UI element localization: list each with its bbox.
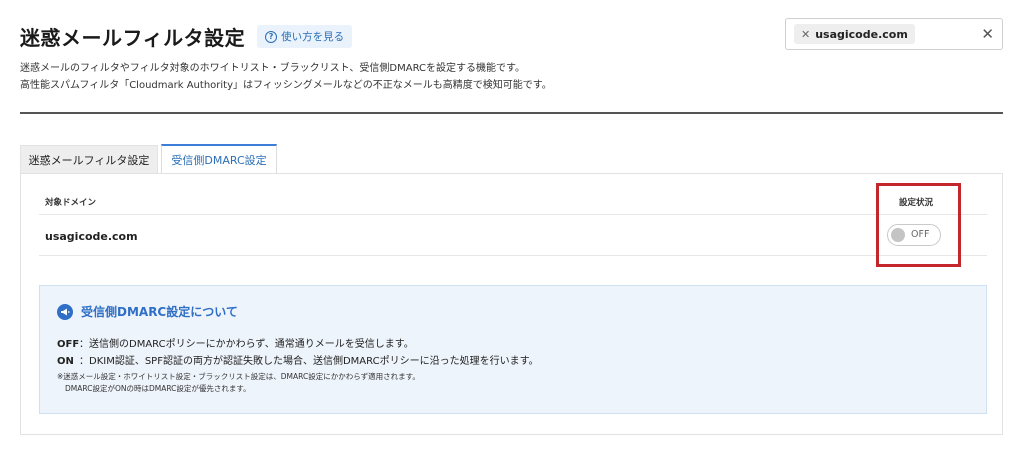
header-divider xyxy=(20,112,1003,114)
page-header: 迷惑メールフィルタ設定 ? 使い方を見る xyxy=(20,22,353,51)
help-circle-icon: ? xyxy=(265,30,278,43)
clear-selection-icon[interactable]: ✕ xyxy=(981,25,994,43)
chip-remove-icon[interactable]: ✕ xyxy=(801,28,810,41)
table-divider xyxy=(39,255,987,256)
info-title-wrap: 受信側DMARC設定について xyxy=(57,303,238,320)
toggle-knob xyxy=(891,228,905,242)
dmarc-panel: 対象ドメイン 設定状況 usagicode.com OFF 受信側DMARC設定… xyxy=(20,173,1003,435)
toggle-label: OFF xyxy=(911,229,930,240)
info-box: 受信側DMARC設定について OFF：送信側のDMARCポリシーにかかわらず、通… xyxy=(39,285,987,414)
description-line-2: 高性能スパムフィルタ「Cloudmark Authority」はフィッシングメー… xyxy=(20,80,552,91)
table-divider xyxy=(39,214,987,215)
table-row-domain: usagicode.com xyxy=(45,230,138,243)
info-off-text: ：送信側のDMARCポリシーにかかわらず、通常通りメールを受信します。 xyxy=(79,339,414,350)
info-off-line: OFF：送信側のDMARCポリシーにかかわらず、通常通りメールを受信します。 xyxy=(57,335,414,350)
info-on-key: ON xyxy=(57,356,74,367)
info-note-1: ※迷惑メール設定・ホワイトリスト設定・ブラックリスト設定は、DMARC設定にかか… xyxy=(57,372,420,381)
dmarc-toggle[interactable]: OFF xyxy=(887,224,941,246)
domain-chip-label: usagicode.com xyxy=(815,27,908,41)
info-off-key: OFF xyxy=(57,339,80,350)
help-link-label: 使い方を見る xyxy=(281,31,345,43)
page-description: 迷惑メールのフィルタやフィルタ対象のホワイトリスト・ブラックリスト、受信側DMA… xyxy=(20,60,552,94)
tab-bar: 迷惑メールフィルタ設定 受信側DMARC設定 xyxy=(20,144,277,175)
info-on-text: ：DKIM認証、SPF認証の両方が認証失敗した場合、送信側DMARCポリシーに沿… xyxy=(79,356,539,367)
page-title: 迷惑メールフィルタ設定 xyxy=(20,26,246,50)
tab-dmarc[interactable]: 受信側DMARC設定 xyxy=(161,144,277,174)
column-header-domain: 対象ドメイン xyxy=(45,198,97,208)
domain-selector[interactable]: ✕ usagicode.com ✕ xyxy=(785,18,1003,50)
tab-spam-filter[interactable]: 迷惑メールフィルタ設定 xyxy=(20,145,158,174)
domain-chip: ✕ usagicode.com xyxy=(794,24,915,44)
help-link[interactable]: ? 使い方を見る xyxy=(257,25,353,48)
megaphone-icon xyxy=(57,303,73,320)
info-on-line: ON ：DKIM認証、SPF認証の両方が認証失敗した場合、送信側DMARCポリシー… xyxy=(57,352,539,367)
info-note-2: DMARC設定がONの時はDMARC設定が優先されます。 xyxy=(65,384,251,393)
info-title: 受信側DMARC設定について xyxy=(81,305,238,319)
description-line-1: 迷惑メールのフィルタやフィルタ対象のホワイトリスト・ブラックリスト、受信側DMA… xyxy=(20,63,526,74)
